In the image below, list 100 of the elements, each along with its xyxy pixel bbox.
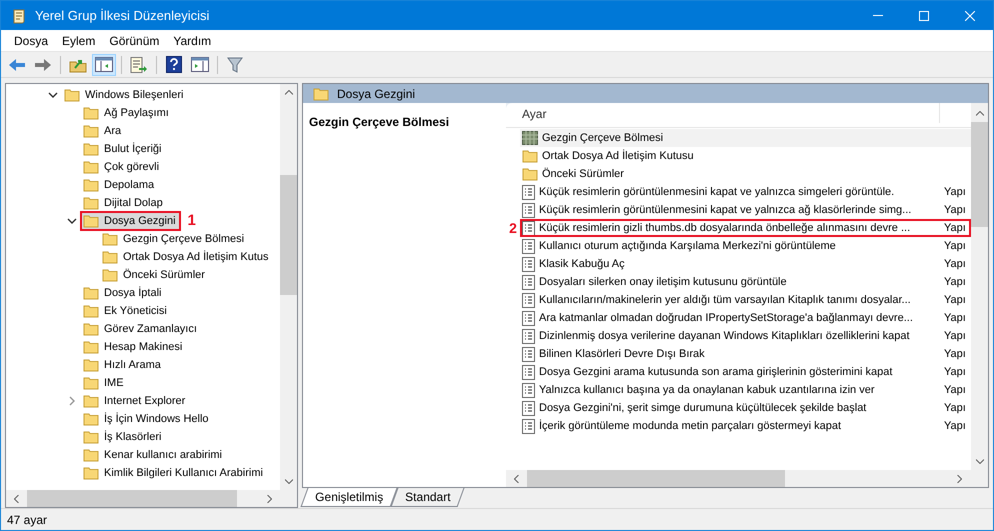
description-title: Gezgin Çerçeve Bölmesi	[309, 115, 450, 129]
table-row[interactable]: Kullanıcıların/makinelerin yer aldığı tüm varsayılan Kitaplık tanımı dosyalar... Yapı	[520, 291, 971, 309]
folder-icon	[83, 304, 99, 318]
tree-item[interactable]: Görev Zamanlayıcı	[81, 320, 201, 338]
table-row[interactable]: Önceki Sürümler	[520, 165, 971, 183]
tree-item-label: Kenar kullanıcı arabirimi	[104, 448, 222, 463]
tree-item[interactable]: Ara	[81, 122, 126, 140]
tree-item[interactable]: Hızlı Arama	[81, 356, 165, 374]
folder-icon	[313, 86, 329, 100]
tree-item-label: Dosya Gezgini	[104, 214, 176, 229]
tree-item[interactable]: Windows Bileşenleri	[62, 86, 188, 104]
view-tab[interactable]: Standart	[390, 488, 465, 507]
tree-item-label: Ortak Dosya Ad İletişim Kutus	[123, 250, 268, 265]
setting-name: Kullanıcıların/makinelerin yer aldığı tüm varsayılan Kitaplık tanımı dosyalar...	[539, 292, 911, 308]
tree-item-label: Gezgin Çerçeve Bölmesi	[123, 232, 244, 247]
setting-state: Yapı	[943, 364, 966, 380]
toolbar-button[interactable]	[92, 54, 116, 76]
table-row[interactable]: Küçük resimlerin görüntülenmesini kapat ve yalnızca ağ klasörlerinde simg... Yapı	[520, 201, 971, 219]
tree-item-label: Çok görevli	[104, 160, 160, 175]
table-row[interactable]: Küçük resimlerin görüntülenmesini kapat ve yalnızca simgeleri görüntüle. Yapı	[520, 183, 971, 201]
help-icon	[166, 56, 182, 73]
tree-item-label: Ara	[104, 124, 122, 139]
export-list-icon	[130, 56, 148, 72]
menu-item[interactable]: Yardım	[166, 32, 218, 50]
tree-item[interactable]: Dosya İptali	[81, 284, 166, 302]
table-row[interactable]: Bilinen Klasörleri Devre Dışı Bırak Yapı	[520, 345, 971, 363]
tree-item[interactable]: Internet Explorer	[81, 392, 190, 410]
setting-state: Yapı	[943, 382, 966, 398]
tree-item-label: İş Klasörleri	[104, 430, 162, 445]
tree-item[interactable]: İş İçin Windows Hello	[81, 410, 213, 428]
tree-item[interactable]: Kimlik Bilgileri Kullanıcı Arabirimi	[81, 464, 267, 482]
horizontal-scrollbar[interactable]	[6, 490, 297, 507]
vertical-scrollbar[interactable]	[280, 84, 297, 490]
folder-icon	[83, 160, 99, 174]
tree-item[interactable]: IME	[81, 374, 128, 392]
tree-item[interactable]: Gezgin Çerçeve Bölmesi	[100, 230, 248, 248]
tree-item[interactable]: Kenar kullanıcı arabirimi	[81, 446, 226, 464]
table-row[interactable]: Kullanıcı oturum açtığında Karşılama Merkezi'ni görüntüleme Yapı	[520, 237, 971, 255]
table-row[interactable]: Küçük resimlerin gizli thumbs.db dosyalarında önbelleğe alınmasını devre ... Yapı	[520, 219, 971, 237]
table-row[interactable]: Dosya Gezgini arama kutusunda son arama girişlerinin gösterimini kapat Yapı	[520, 363, 971, 381]
view-tab[interactable]: Genişletilmiş	[300, 488, 398, 507]
table-row[interactable]: Dosya Gezgini'ni, şerit simge durumuna küçültülecek şekilde başlat Yapı	[520, 399, 971, 417]
setting-state: Yapı	[943, 292, 966, 308]
scrollbar-thumb[interactable]	[527, 470, 785, 487]
tree-item[interactable]: Depolama	[81, 176, 158, 194]
tree-item[interactable]: Ortak Dosya Ad İletişim Kutus	[100, 248, 272, 266]
table-row[interactable]: İçerik görüntüleme modunda metin parçaları göstermeyi kapat Yapı	[520, 417, 971, 435]
scrollbar-thumb[interactable]	[27, 490, 237, 507]
folder-icon	[83, 322, 99, 336]
setting-name: Küçük resimlerin görüntülenmesini kapat ve yalnızca simgeleri görüntüle.	[539, 184, 894, 200]
setting-state: Yapı	[943, 256, 966, 272]
setting-state: Yapı	[943, 418, 966, 434]
table-row[interactable]: Gezgin Çerçeve Bölmesi	[520, 129, 971, 147]
horizontal-scrollbar[interactable]	[506, 470, 988, 487]
tree-item[interactable]: Dijital Dolap	[81, 194, 167, 212]
tree-item-label: Kimlik Bilgileri Kullanıcı Arabirimi	[104, 466, 263, 481]
tree-item-label: Görev Zamanlayıcı	[104, 322, 197, 337]
menu-item[interactable]: Dosya	[7, 32, 56, 50]
tree-item-label: Hesap Makinesi	[104, 340, 182, 355]
setting-name: Yalnızca kullanıcı başına ya da onaylanan kabuk uzantılarına izin ver	[539, 382, 874, 398]
folder-icon	[83, 430, 99, 444]
document-list-icon	[522, 310, 535, 326]
scrollbar-thumb[interactable]	[280, 175, 297, 295]
menu-item[interactable]: Eylem	[55, 32, 102, 50]
tree-item[interactable]: İş Klasörleri	[81, 428, 166, 446]
table-row[interactable]: Dosyaları silerken onay iletişim kutusunu görüntüle Yapı	[520, 273, 971, 291]
tree-item[interactable]: Çok görevli	[81, 158, 164, 176]
document-list-icon	[522, 202, 535, 218]
table-row[interactable]: Yalnızca kullanıcı başına ya da onaylanan kabuk uzantılarına izin ver Yapı	[520, 381, 971, 399]
table-row[interactable]: Dizinlenmiş dosya verilerine dayanan Windows Kitaplıkları özelliklerini kapat Yapı	[520, 327, 971, 345]
folder-icon	[83, 340, 99, 354]
scrollbar-thumb[interactable]	[971, 122, 988, 227]
minimize-icon	[873, 15, 883, 16]
setting-name: Dizinlenmiş dosya verilerine dayanan Windows Kitaplıkları özelliklerini kapat	[539, 328, 910, 344]
document-list-icon	[522, 274, 535, 290]
tree-item[interactable]: Önceki Sürümler	[100, 266, 209, 284]
tree-item[interactable]: Dosya Gezgini	[81, 212, 180, 230]
menu-item[interactable]: Görünüm	[102, 32, 166, 50]
tree-item-label: Dosya İptali	[104, 286, 162, 301]
annotation-number: 1	[188, 210, 196, 231]
table-row[interactable]: Ortak Dosya Ad İletişim Kutusu	[520, 147, 971, 165]
folder-icon	[102, 268, 118, 282]
document-list-icon	[522, 220, 535, 236]
section-title: Dosya Gezgini	[337, 86, 416, 102]
folder-icon	[83, 286, 99, 300]
table-row[interactable]: Klasik Kabuğu Aç Yapı	[520, 255, 971, 273]
setting-state: Yapı	[943, 238, 966, 254]
back-arrow-icon	[8, 58, 26, 72]
status-text: 47 ayar	[7, 512, 48, 528]
tree-item[interactable]: Ek Yöneticisi	[81, 302, 171, 320]
setting-name: Küçük resimlerin gizli thumbs.db dosyalarında önbelleğe alınmasını devre ...	[539, 220, 910, 236]
table-row[interactable]: Ara katmanlar olmadan doğrudan IPropertySetStorage'a bağlanmayı devre... Yapı	[520, 309, 971, 327]
tree-item[interactable]: Ağ Paylaşımı	[81, 104, 173, 122]
tree-item[interactable]: Bulut İçeriği	[81, 140, 166, 158]
folder-icon	[83, 124, 99, 138]
column-header[interactable]: Ayar	[506, 103, 940, 123]
vertical-scrollbar[interactable]	[971, 103, 988, 470]
tree-item-label: Internet Explorer	[104, 394, 186, 409]
tree-item[interactable]: Hesap Makinesi	[81, 338, 186, 356]
setting-state: Yapı	[943, 202, 966, 218]
